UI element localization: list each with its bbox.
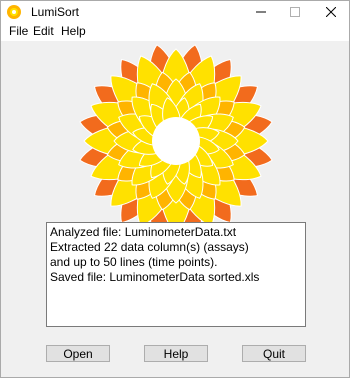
- menu-edit[interactable]: Edit: [31, 24, 56, 38]
- sun-flower-icon: [7, 5, 21, 19]
- maximize-icon: [290, 7, 300, 17]
- app-window: LumiSort File Edit Help Analyzed file: L…: [0, 0, 350, 378]
- log-line: Extracted 22 data column(s) (assays): [50, 240, 249, 254]
- log-line: Analyzed file: LuminometerData.txt: [50, 225, 237, 239]
- menu-file[interactable]: File: [7, 24, 30, 38]
- title-bar[interactable]: LumiSort: [1, 1, 349, 23]
- sunflower-logo: [79, 44, 273, 238]
- help-button[interactable]: Help: [144, 345, 208, 362]
- window-title: LumiSort: [31, 5, 80, 19]
- log-line: Saved file: LuminometerData sorted.xls: [50, 270, 260, 284]
- log-line: and up to 50 lines (time points).: [50, 255, 218, 269]
- menu-help[interactable]: Help: [59, 24, 88, 38]
- close-button[interactable]: [314, 1, 348, 23]
- open-button[interactable]: Open: [46, 345, 110, 362]
- log-output-box[interactable]: Analyzed file: LuminometerData.txt Extra…: [46, 222, 306, 327]
- flower-center: [152, 117, 200, 165]
- menu-bar: File Edit Help: [1, 23, 349, 41]
- maximize-button[interactable]: [278, 1, 312, 23]
- close-icon: [326, 7, 336, 17]
- quit-button[interactable]: Quit: [242, 345, 306, 362]
- minimize-icon: [256, 11, 266, 13]
- minimize-button[interactable]: [244, 1, 278, 23]
